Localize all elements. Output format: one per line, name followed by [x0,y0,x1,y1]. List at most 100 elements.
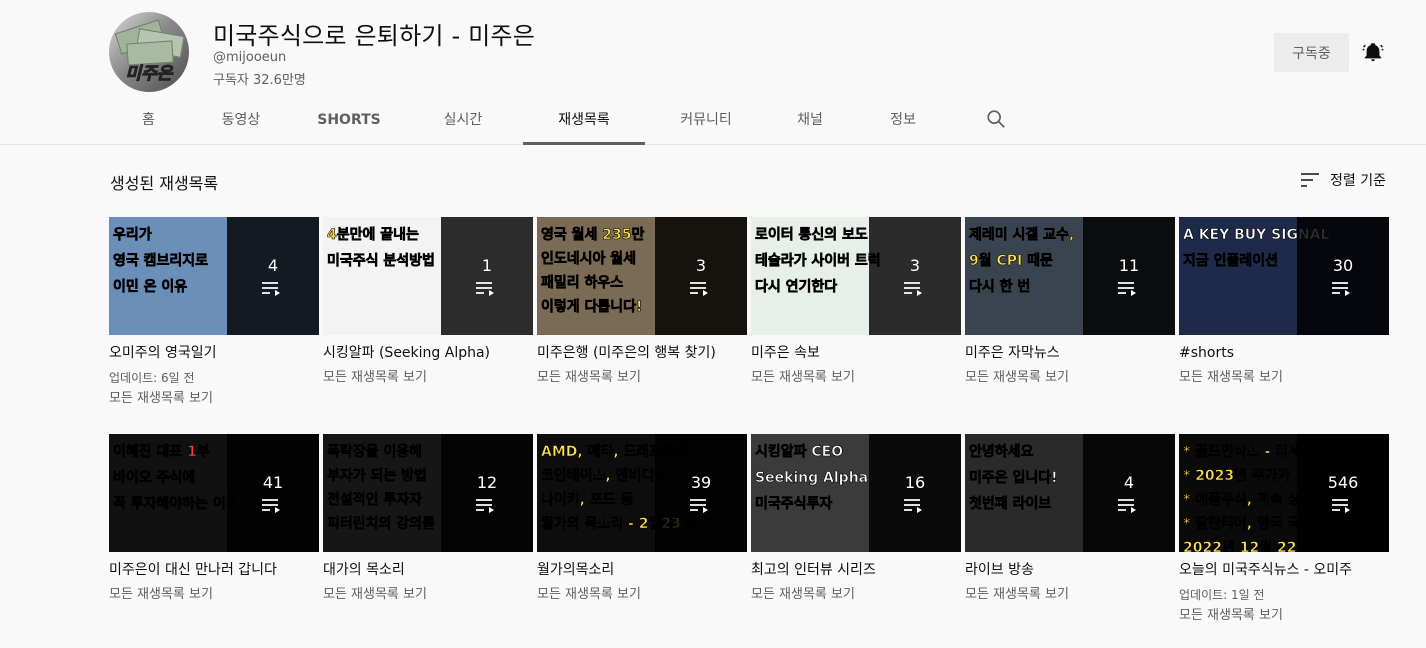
tab-live[interactable]: 실시간 [403,96,523,144]
playlist-card[interactable]: 안녕하세요 미주은 입니다! 첫번째 라이브 4 라이브 방송모든 재생목록 보기 [965,434,1175,604]
playlist-icon [1118,281,1136,296]
tab-about[interactable]: 정보 [853,96,953,144]
playlist-icon [262,498,280,513]
thumbnail-caption: 2022년 12월 22일 [1183,540,1310,552]
playlist-title[interactable]: 오늘의 미국주식뉴스 - 오미주 [1179,560,1389,580]
tab-playlists[interactable]: 재생목록 [523,96,645,145]
view-full-playlist-link[interactable]: 모든 재생목록 보기 [751,586,961,604]
video-count-overlay: 30 [1297,217,1389,335]
playlist-card[interactable]: 이혜진 대표 1부 바이오 주식에 꼭 투자해야하는 이유 41 미주은이 대신 만나러… [109,434,319,604]
playlist-card[interactable]: 영국 월세 235만 인도네시아 월세 패밀리 하우스 이렇게 다릅니다! 3 미주은행 … [537,217,747,387]
thumbnail-caption: 다시 한 번 [969,279,1031,296]
thumbnail-caption: * 2023년 주가가 가장 [1183,468,1322,485]
thumbnail-caption: 이혜진 대표 1부 [113,444,210,461]
playlist-thumbnail[interactable]: 제레미 시겔 교수, 9월 CPI 때문 다시 한 번 11 [965,217,1175,335]
playlist-thumbnail[interactable]: * 골드만삭스 - 리세션 * 2023년 주가가 가장 * 애플주식, 계속 상승… [1179,434,1389,552]
thumbnail-caption: 패밀리 하우스 [541,275,624,292]
playlist-icon [1332,281,1350,296]
playlist-title[interactable]: 미주은행 (미주은의 행복 찾기) [537,343,747,363]
video-count-overlay: 4 [227,217,319,335]
thumbnail-caption: 전설적인 투자자 [327,492,423,509]
subscribed-button[interactable]: 구독중 [1274,33,1349,72]
playlist-card[interactable]: * 골드만삭스 - 리세션 * 2023년 주가가 가장 * 애플주식, 계속 상승… [1179,434,1389,625]
playlist-thumbnail[interactable]: AMD, 메타, 드래프트킹 코인베이스, 엔비디아 나이키, 포드 등 월가의 목소… [537,434,747,552]
playlist-title[interactable]: 대가의 목소리 [323,560,533,580]
playlist-title[interactable]: #shorts [1179,343,1389,363]
playlist-card[interactable]: AMD, 메타, 드래프트킹 코인베이스, 엔비디아 나이키, 포드 등 월가의 목소… [537,434,747,604]
thumbnail-caption: AMD, 메타, 드래프트킹 [541,444,689,461]
playlist-card[interactable]: A KEY BUY SIGNAL 지금 인플레이션 30 #shorts 모든 재생목록… [1179,217,1389,387]
playlist-thumbnail[interactable]: 시킹알파 CEO Seeking Alpha 미국주식투자 16 [751,434,961,552]
playlist-card[interactable]: 시킹알파 CEO Seeking Alpha 미국주식투자 16 최고의 인터뷰 시리즈… [751,434,961,604]
view-full-playlist-link[interactable]: 모든 재생목록 보기 [965,586,1175,604]
thumbnail-caption: 제레미 시겔 교수, [969,227,1075,244]
thumbnail-caption: 이민 온 이유 [113,279,188,296]
tab-community[interactable]: 커뮤니티 [645,96,767,144]
playlist-thumbnail[interactable]: 영국 월세 235만 인도네시아 월세 패밀리 하우스 이렇게 다릅니다! 3 [537,217,747,335]
view-full-playlist-link[interactable]: 모든 재생목록 보기 [1179,369,1389,387]
thumbnail-image: * 골드만삭스 - 리세션 * 2023년 주가가 가장 * 애플주식, 계속 상승… [1179,434,1326,552]
view-full-playlist-link[interactable]: 모든 재생목록 보기 [1179,607,1389,625]
thumbnail-caption: 영국 월세 235만 [541,227,645,244]
playlist-card[interactable]: 우리가 영국 캠브리지로 이민 온 이유 4 오미주의 영국일기 업데이트: 6일 전 모든… [109,217,319,408]
thumbnail-caption: 지금 인플레이션 [1183,253,1279,270]
notification-bell-icon[interactable] [1362,40,1384,64]
thumbnail-image: 영국 월세 235만 인도네시아 월세 패밀리 하우스 이렇게 다릅니다! [537,217,655,335]
playlist-title[interactable]: 월가의목소리 [537,560,747,580]
video-count: 16 [904,472,926,492]
playlist-card[interactable]: 로이터 통신의 보도 테슬라가 사이버 트럭 다시 연기한다 3 미주은 속보모든 재생… [751,217,961,387]
thumbnail-image: A KEY BUY SIGNAL 지금 인플레이션 [1179,217,1330,335]
sort-button[interactable]: 정렬 기준 [1300,168,1386,192]
tab-shorts[interactable]: SHORTS [295,96,403,144]
thumbnail-caption: 코인베이스, 엔비디아 [541,468,668,485]
view-full-playlist-link[interactable]: 모든 재생목록 보기 [965,369,1175,387]
tab-home[interactable]: 홈 [110,96,187,144]
view-full-playlist-link[interactable]: 모든 재생목록 보기 [751,369,961,387]
thumbnail-caption: 안녕하세요 [969,444,1034,461]
view-full-playlist-link[interactable]: 모든 재생목록 보기 [323,369,533,387]
thumbnail-caption: 테슬라가 사이버 트럭 [755,253,881,270]
playlist-title[interactable]: 미주은 자막뉴스 [965,343,1175,363]
playlist-thumbnail[interactable]: 로이터 통신의 보도 테슬라가 사이버 트럭 다시 연기한다 3 [751,217,961,335]
thumbnail-image: 4분만에 끝내는 미국주식 분석방법 [323,217,441,335]
playlist-title[interactable]: 오미주의 영국일기 [109,343,319,363]
video-count-overlay: 1 [441,217,533,335]
playlist-icon [476,281,494,296]
search-icon[interactable] [985,108,1007,130]
playlist-icon [1118,498,1136,513]
sort-icon [1301,173,1319,187]
playlist-card[interactable]: 제레미 시겔 교수, 9월 CPI 때문 다시 한 번 11 미주은 자막뉴스모든 재생… [965,217,1175,387]
thumbnail-caption: 인도네시아 월세 [541,251,637,268]
tab-videos[interactable]: 동영상 [187,96,295,144]
channel-avatar[interactable]: 미주은 [109,12,189,92]
thumbnail-image: 시킹알파 CEO Seeking Alpha 미국주식투자 [751,434,869,552]
thumbnail-image: AMD, 메타, 드래프트킹 코인베이스, 엔비디아 나이키, 포드 등 월가의 목소… [537,434,694,552]
playlist-thumbnail[interactable]: 우리가 영국 캠브리지로 이민 온 이유 4 [109,217,319,335]
playlist-title[interactable]: 라이브 방송 [965,560,1175,580]
thumbnail-caption: 영국 캠브리지로 [113,253,209,270]
playlist-title[interactable]: 미주은이 대신 만나러 갑니다 [109,560,319,580]
playlist-thumbnail[interactable]: 이혜진 대표 1부 바이오 주식에 꼭 투자해야하는 이유 41 [109,434,319,552]
playlist-title[interactable]: 미주은 속보 [751,343,961,363]
view-full-playlist-link[interactable]: 모든 재생목록 보기 [109,390,319,408]
tab-channels[interactable]: 채널 [767,96,853,144]
playlist-title[interactable]: 최고의 인터뷰 시리즈 [751,560,961,580]
playlist-title[interactable]: 시킹알파 (Seeking Alpha) [323,343,533,363]
playlist-thumbnail[interactable]: A KEY BUY SIGNAL 지금 인플레이션 30 [1179,217,1389,335]
playlist-thumbnail[interactable]: 안녕하세요 미주은 입니다! 첫번째 라이브 4 [965,434,1175,552]
playlist-card[interactable]: 4분만에 끝내는 미국주식 분석방법 1 시킹알파 (Seeking Alpha) 모든… [323,217,533,387]
playlist-thumbnail[interactable]: 4분만에 끝내는 미국주식 분석방법 1 [323,217,533,335]
playlist-icon [476,498,494,513]
view-full-playlist-link[interactable]: 모든 재생목록 보기 [323,586,533,604]
thumbnail-caption: 바이오 주식에 [113,470,196,487]
thumbnail-caption: 폭락장을 이용해 [327,444,423,461]
playlist-card[interactable]: 폭락장을 이용해 부자가 되는 방법 전설적인 투자자 피터린치의 강의를 12 대가의 … [323,434,533,604]
view-full-playlist-link[interactable]: 모든 재생목록 보기 [537,586,747,604]
playlist-thumbnail[interactable]: 폭락장을 이용해 부자가 되는 방법 전설적인 투자자 피터린치의 강의를 12 [323,434,533,552]
playlist-updated: 업데이트: 1일 전 [1179,588,1265,602]
thumbnail-caption: 꼭 투자해야하는 이유 [113,496,239,513]
thumbnail-caption: 4분만에 끝내는 [327,227,420,244]
view-full-playlist-link[interactable]: 모든 재생목록 보기 [109,586,319,604]
view-full-playlist-link[interactable]: 모든 재생목록 보기 [537,369,747,387]
video-count-overlay: 16 [869,434,961,552]
